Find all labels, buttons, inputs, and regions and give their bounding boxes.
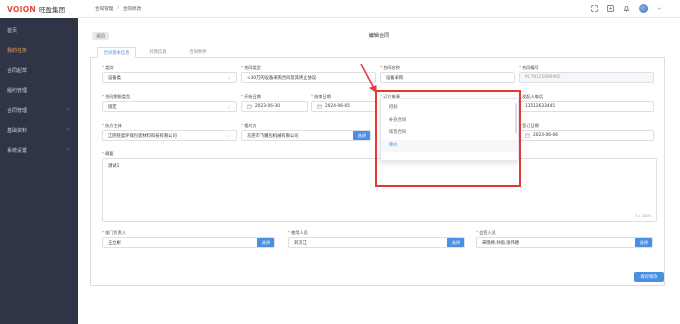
category-select[interactable]: 设备类 bbox=[102, 72, 237, 83]
contract-name-label: 合同名称 bbox=[383, 65, 400, 70]
counterparty-label: 相对方 bbox=[244, 123, 257, 128]
period-type-select[interactable]: 固定 bbox=[102, 101, 237, 112]
contract-name-field: *合同名称 设备采购 bbox=[380, 65, 515, 83]
bell-icon[interactable] bbox=[623, 5, 630, 12]
period-type-label: 合同期限类型 bbox=[105, 94, 131, 99]
page-title: 编辑合同 bbox=[368, 33, 390, 39]
tab-basic-info[interactable]: 合同基本信息 bbox=[97, 47, 136, 58]
contract-no-label: 合同编号 bbox=[522, 65, 539, 70]
logo-text: VOION bbox=[7, 4, 36, 14]
phone-field: *发起人电话 13512633445 bbox=[519, 94, 654, 112]
contract-type-field: *合同类型 <30万的设备采购合同及其终止协议 bbox=[241, 65, 376, 83]
cc-select-button[interactable]: 选择 bbox=[635, 238, 652, 247]
breadcrumb-item-2: 合同修改 bbox=[122, 6, 142, 12]
chevron-down-icon bbox=[227, 77, 231, 79]
contract-no-input: PC78125896965 bbox=[519, 72, 654, 83]
start-date-input[interactable]: 2023-06-30 bbox=[241, 101, 308, 112]
user-avatar[interactable] bbox=[639, 4, 648, 13]
sidebar-item-label: 合同管理 bbox=[7, 107, 28, 114]
executor-label: 执方主体 bbox=[105, 123, 122, 128]
user-input[interactable]: 刘汉江 选择 bbox=[288, 237, 465, 248]
chevron-down-icon bbox=[66, 128, 70, 130]
chevron-down-icon[interactable] bbox=[657, 6, 662, 11]
dept-head-field: *部门负责人 王立彬 选择 bbox=[102, 230, 275, 248]
user-label: 使用人员 bbox=[291, 230, 308, 235]
start-date-field: *开始日期 2023-06-30 bbox=[241, 94, 308, 112]
sidebar-item-label: 合同起草 bbox=[7, 67, 28, 74]
category-field: *类别 设备类 bbox=[102, 65, 237, 83]
executor-field: *执方主体 江阴旺盈环保包装材料科技有限公司 bbox=[102, 123, 237, 141]
sign-date-label: 签订日期 bbox=[522, 123, 539, 128]
sidebar-item-label: 履约管理 bbox=[7, 87, 28, 94]
phone-label: 发起人电话 bbox=[522, 94, 544, 99]
save-button[interactable]: 保存修改 bbox=[634, 272, 664, 282]
calendar-icon bbox=[525, 133, 530, 138]
period-type-field: *合同期限类型 固定 bbox=[102, 94, 237, 112]
calendar-icon bbox=[247, 104, 252, 109]
end-date-input[interactable]: 2024-06-05 bbox=[311, 101, 376, 112]
contract-name-input[interactable]: 设备采购 bbox=[380, 72, 515, 83]
phone-input[interactable]: 13512633445 bbox=[519, 101, 654, 112]
chevron-down-icon bbox=[366, 77, 370, 79]
contract-type-select[interactable]: <30万的设备采购合同及其终止协议 bbox=[241, 72, 376, 83]
company-name: 旺盈集团 bbox=[39, 6, 65, 14]
end-date-label: 结束日期 bbox=[314, 94, 331, 99]
sign-date-input[interactable]: 2023-06-06 bbox=[519, 130, 654, 141]
cc-field: *会签人员 宋晓婷,孙雨,张伟德 选择 bbox=[476, 230, 653, 248]
tab-payment-info[interactable]: 付款信息 bbox=[140, 47, 176, 58]
breadcrumb-item-1[interactable]: 合同管理 bbox=[95, 6, 113, 12]
sidebar-item-label: 首页 bbox=[7, 27, 18, 34]
chevron-down-icon bbox=[227, 135, 231, 137]
dept-head-label: 部门负责人 bbox=[105, 230, 127, 235]
calendar-icon bbox=[317, 104, 322, 109]
tab-bar: 合同基本信息 付款信息 合同附件 bbox=[90, 47, 665, 58]
chevron-down-icon bbox=[66, 108, 70, 110]
brand-logo: VOION 旺盈集团 bbox=[0, 0, 78, 18]
chevron-down-icon bbox=[227, 106, 231, 108]
sidebar-item-label: 我的任务 bbox=[7, 47, 28, 54]
char-count: 3 / 1000 bbox=[635, 213, 651, 218]
tab-attachments[interactable]: 合同附件 bbox=[180, 47, 216, 58]
sidebar-item-label: 基础资料 bbox=[7, 127, 28, 134]
counterparty-field: *相对方 东莞市飞耀包机械有限公司 选择 bbox=[241, 123, 371, 141]
dept-head-select-button[interactable]: 选择 bbox=[257, 238, 274, 247]
user-select-button[interactable]: 选择 bbox=[447, 238, 464, 247]
executor-select[interactable]: 江阴旺盈环保包装材料科技有限公司 bbox=[102, 130, 237, 141]
highlight-box bbox=[375, 90, 521, 187]
user-field: *使用人员 刘汉江 选择 bbox=[288, 230, 465, 248]
sign-date-field: *签订日期 2023-06-06 bbox=[519, 123, 654, 141]
breadcrumb-separator: / bbox=[117, 6, 119, 11]
counterparty-input[interactable]: 东莞市飞耀包机械有限公司 选择 bbox=[241, 130, 371, 141]
start-date-label: 开始日期 bbox=[244, 94, 261, 99]
sidebar-item[interactable]: 合同管理 bbox=[0, 100, 78, 120]
sidebar-item[interactable]: 我的任务 bbox=[0, 40, 78, 60]
contract-no-field: *合同编号 PC78125896965 bbox=[519, 65, 654, 83]
contract-type-label: 合同类型 bbox=[244, 65, 261, 70]
fullscreen-icon[interactable] bbox=[607, 5, 614, 12]
main-content: 返回 编辑合同 合同基本信息 付款信息 合同附件 *类别 设备类 *合同类型 <… bbox=[78, 18, 680, 324]
dept-head-input[interactable]: 王立彬 选择 bbox=[102, 237, 275, 248]
sidebar-item[interactable]: 合同起草 bbox=[0, 60, 78, 80]
sidebar-item-label: 系统设置 bbox=[7, 147, 28, 154]
counterparty-select-button[interactable]: 选择 bbox=[353, 131, 370, 140]
sidebar: VOION 旺盈集团 首页我的任务合同起草履约管理合同管理基础资料系统设置 bbox=[0, 0, 78, 324]
cc-input[interactable]: 宋晓婷,孙雨,张伟德 选择 bbox=[476, 237, 653, 248]
sidebar-item[interactable]: 基础资料 bbox=[0, 120, 78, 140]
top-bar: 合同管理 / 合同修改 bbox=[78, 0, 680, 18]
sidebar-item[interactable]: 首页 bbox=[0, 20, 78, 40]
cc-label: 会签人员 bbox=[479, 230, 496, 235]
chevron-down-icon bbox=[66, 148, 70, 150]
sidebar-item[interactable]: 履约管理 bbox=[0, 80, 78, 100]
end-date-field: *结束日期 2024-06-05 bbox=[311, 94, 376, 112]
category-label: 类别 bbox=[105, 65, 114, 70]
sidebar-nav: 首页我的任务合同起草履约管理合同管理基础资料系统设置 bbox=[0, 20, 78, 160]
expand-icon[interactable] bbox=[591, 5, 598, 12]
summary-label: 摘要 bbox=[105, 151, 114, 156]
sidebar-item[interactable]: 系统设置 bbox=[0, 140, 78, 160]
